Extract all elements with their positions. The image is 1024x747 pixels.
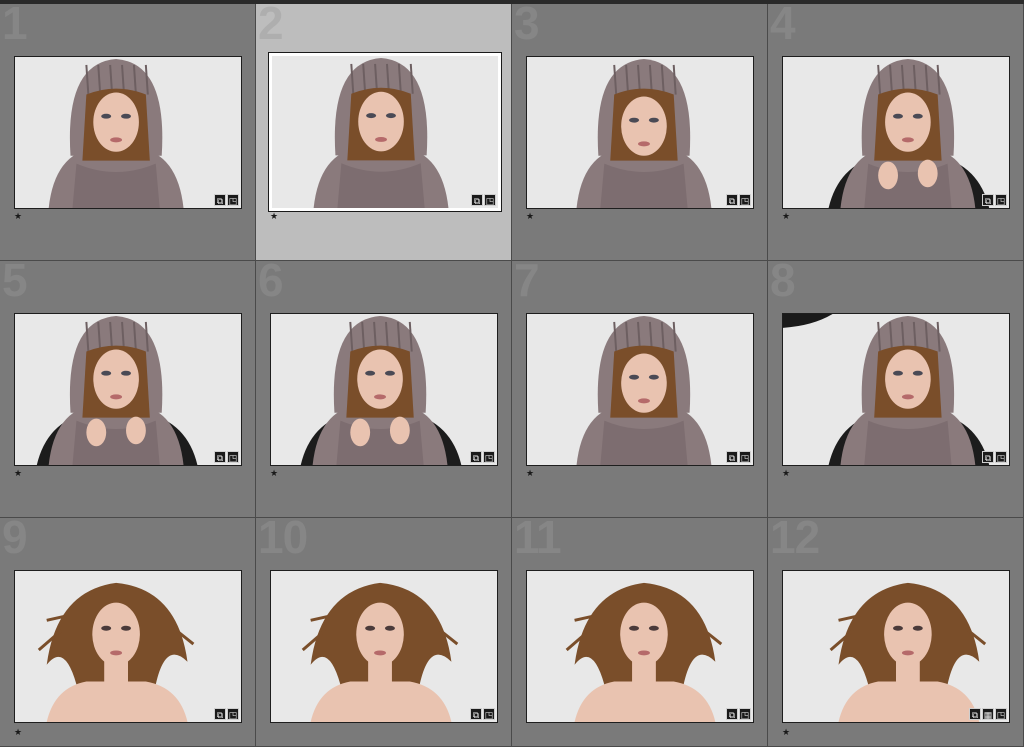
grid-cell-2[interactable]: 2 ⧉ ◳ ★ [256,4,512,261]
cell-index-number: 11 [514,518,562,563]
photo-thumbnail[interactable]: ⧉ ◳ [14,56,242,209]
thumbnail-badges: ⧉ ▦ ◳ [969,708,1007,720]
portrait-image [527,57,753,208]
portrait-image [271,571,497,722]
grid-cell-3[interactable]: 3 ⧉ ◳ ★ [512,4,768,261]
photo-thumbnail[interactable]: ⧉ ◳ [526,56,754,209]
star-rating[interactable]: ★ [782,212,790,221]
thumbnail-badges: ⧉ ◳ [470,708,495,720]
star-rating[interactable]: ★ [782,728,790,737]
grid-cell-5[interactable]: 5 ⧉ ◳ ★ [0,261,256,518]
grid-cell-7[interactable]: 7 ⧉ ◳ ★ [512,261,768,518]
crop-icon[interactable]: ◳ [227,451,239,463]
edit-tag-icon[interactable]: ⧉ [726,708,738,720]
crop-icon[interactable]: ◳ [484,194,496,206]
grid-cell-9[interactable]: 9 ⧉ ◳ ★ [0,518,256,747]
photo-thumbnail[interactable]: ⧉ ◳ [526,570,754,723]
grid-cell-11[interactable]: 11 ⧉ ◳ [512,518,768,747]
thumbnail-badges: ⧉ ◳ [470,451,495,463]
star-rating[interactable]: ★ [270,469,278,478]
cell-index-number: 2 [258,4,284,49]
photo-thumbnail[interactable]: ⧉ ◳ [14,570,242,723]
star-rating[interactable]: ★ [782,469,790,478]
edit-tag-icon[interactable]: ⧉ [470,451,482,463]
portrait-image [527,571,753,722]
photo-thumbnail[interactable]: ⧉ ◳ [270,570,498,723]
portrait-image [15,57,241,208]
cell-index-number: 5 [2,261,28,306]
thumbnail-badges: ⧉ ◳ [214,708,239,720]
portrait-image [272,56,498,208]
portrait-image [15,571,241,722]
edit-tag-icon[interactable]: ⧉ [982,194,994,206]
photo-thumbnail[interactable]: ⧉ ▦ ◳ [782,570,1010,723]
crop-icon[interactable]: ◳ [995,708,1007,720]
grid-cell-12[interactable]: 12 ⧉ ▦ ◳ ★ [768,518,1024,747]
thumbnail-badges: ⧉ ◳ [214,451,239,463]
crop-icon[interactable]: ◳ [227,708,239,720]
edit-tag-icon[interactable]: ⧉ [471,194,483,206]
portrait-image [783,57,1009,208]
crop-icon[interactable]: ◳ [227,194,239,206]
star-rating[interactable]: ★ [14,728,22,737]
cell-index-number: 8 [770,261,796,306]
cell-index-number: 4 [770,4,796,49]
star-rating[interactable]: ★ [526,212,534,221]
star-rating[interactable]: ★ [526,469,534,478]
grid-cell-10[interactable]: 10 ⧉ ◳ [256,518,512,747]
grid-cell-8[interactable]: 8 ⧉ ◳ ★ [768,261,1024,518]
cell-index-number: 1 [2,4,28,49]
star-rating[interactable]: ★ [270,212,278,221]
edit-tag-icon[interactable]: ⧉ [214,708,226,720]
cell-index-number: 9 [2,518,28,563]
cell-index-number: 7 [514,261,540,306]
thumbnail-badges: ⧉ ◳ [726,708,751,720]
edit-tag-icon[interactable]: ⧉ [982,451,994,463]
thumbnail-badges: ⧉ ◳ [471,194,496,206]
edit-tag-icon[interactable]: ⧉ [726,451,738,463]
thumbnail-badges: ⧉ ◳ [726,451,751,463]
photo-thumbnail[interactable]: ⧉ ◳ [782,56,1010,209]
portrait-image [783,571,1009,722]
portrait-image [15,314,241,465]
stack-icon[interactable]: ▦ [982,708,994,720]
star-rating[interactable]: ★ [14,212,22,221]
cell-index-number: 6 [258,261,284,306]
grid-cell-4[interactable]: 4 ⧉ ◳ ★ [768,4,1024,261]
edit-tag-icon[interactable]: ⧉ [969,708,981,720]
crop-icon[interactable]: ◳ [739,194,751,206]
photo-thumbnail[interactable]: ⧉ ◳ [526,313,754,466]
edit-tag-icon[interactable]: ⧉ [214,451,226,463]
photo-thumbnail[interactable]: ⧉ ◳ [782,313,1010,466]
edit-tag-icon[interactable]: ⧉ [726,194,738,206]
portrait-image [271,314,497,465]
crop-icon[interactable]: ◳ [739,451,751,463]
cell-index-number: 12 [770,518,820,563]
portrait-image [783,314,1009,465]
crop-icon[interactable]: ◳ [995,194,1007,206]
thumbnail-badges: ⧉ ◳ [726,194,751,206]
portrait-image [527,314,753,465]
crop-icon[interactable]: ◳ [483,708,495,720]
thumbnail-badges: ⧉ ◳ [214,194,239,206]
thumbnail-badges: ⧉ ◳ [982,451,1007,463]
edit-tag-icon[interactable]: ⧉ [470,708,482,720]
crop-icon[interactable]: ◳ [483,451,495,463]
edit-tag-icon[interactable]: ⧉ [214,194,226,206]
grid-cell-6[interactable]: 6 ⧉ ◳ ★ [256,261,512,518]
thumbnail-badges: ⧉ ◳ [982,194,1007,206]
photo-thumbnail[interactable]: ⧉ ◳ [270,313,498,466]
cell-index-number: 3 [514,4,540,49]
thumbnail-grid: 1 ⧉ ◳ ★ 2 ⧉ ◳ ★ 3 ⧉ ◳ ★ 4 ⧉ ◳ ★ 5 ⧉ ◳ ★ 6 ⧉ ◳ ★ 7 ⧉ ◳ ★ 8 ⧉ ◳ ★ 9 ⧉ ◳ ★ 10 ⧉ ◳… [0,4,1024,747]
star-rating[interactable]: ★ [14,469,22,478]
photo-thumbnail[interactable]: ⧉ ◳ [14,313,242,466]
grid-cell-1[interactable]: 1 ⧉ ◳ ★ [0,4,256,261]
cell-index-number: 10 [258,518,308,563]
crop-icon[interactable]: ◳ [995,451,1007,463]
crop-icon[interactable]: ◳ [739,708,751,720]
photo-thumbnail[interactable]: ⧉ ◳ [268,52,502,212]
